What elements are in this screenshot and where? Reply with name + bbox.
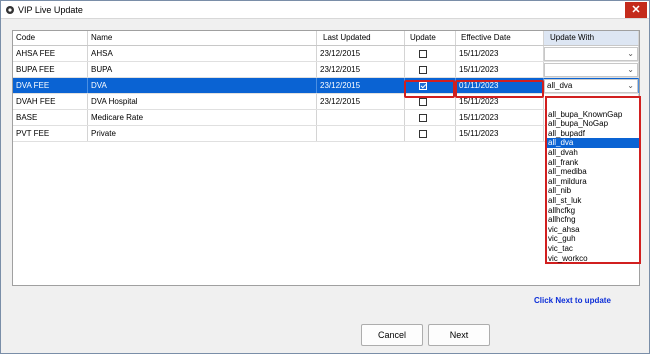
title-bar: VIP Live Update ✕ <box>1 1 649 19</box>
cell-name[interactable]: AHSA <box>88 46 317 61</box>
app-gear-icon <box>6 6 14 14</box>
cell-name[interactable]: Private <box>88 126 317 141</box>
dropdown-option[interactable]: all_bupa_NoGap <box>547 119 639 128</box>
cell-name[interactable]: DVA <box>88 78 317 93</box>
chevron-down-icon[interactable]: ⌄ <box>627 48 634 60</box>
update-checkbox[interactable] <box>419 82 427 90</box>
update-with-dropdown-list[interactable]: all_bupa_KnownGap all_bupa_NoGap all_bupad… <box>545 96 641 264</box>
cancel-button[interactable]: Cancel <box>361 324 423 346</box>
update-checkbox[interactable] <box>419 130 427 138</box>
column-header-last-updated[interactable]: Last Updated <box>317 31 405 45</box>
grid-header: Code Name Last Updated Update Effective … <box>13 31 639 46</box>
cell-last-updated[interactable]: 23/12/2015 <box>317 62 405 77</box>
cell-last-updated[interactable] <box>317 126 405 141</box>
update-cell <box>405 94 456 109</box>
cell-code[interactable]: AHSA FEE <box>13 46 88 61</box>
table-row[interactable]: DVA FEE DVA 23/12/2015 01/11/2023 all_dva ⌄ <box>13 78 639 94</box>
dropdown-option[interactable]: all_bupadf <box>547 129 639 138</box>
dropdown-option[interactable]: all_frank <box>547 158 639 167</box>
dropdown-option[interactable]: vic_ahsa <box>547 225 639 234</box>
update-cell <box>405 62 456 77</box>
dropdown-option[interactable] <box>547 100 639 109</box>
cell-name[interactable]: DVA Hospital <box>88 94 317 109</box>
update-cell <box>405 126 456 141</box>
update-with-cell: ⌄ <box>544 46 639 61</box>
cell-code[interactable]: BASE <box>13 110 88 125</box>
dropdown-option[interactable]: vic_workco <box>547 254 639 263</box>
dropdown-option[interactable]: all_dva <box>547 138 639 148</box>
update-with-combo[interactable]: ⌄ <box>544 63 638 77</box>
update-with-cell: all_dva ⌄ <box>544 78 639 93</box>
dropdown-option[interactable]: vic_guh <box>547 234 639 243</box>
column-header-update[interactable]: Update <box>405 31 456 45</box>
update-with-cell: ⌄ <box>544 62 639 77</box>
column-header-code[interactable]: Code <box>13 31 88 45</box>
update-checkbox[interactable] <box>419 114 427 122</box>
dropdown-option[interactable]: all_st_luk <box>547 196 639 205</box>
close-button[interactable]: ✕ <box>625 2 647 18</box>
chevron-down-icon[interactable]: ⌄ <box>627 80 634 92</box>
cell-effective-date[interactable]: 15/11/2023 <box>456 110 544 125</box>
dropdown-option[interactable]: all_nib <box>547 186 639 195</box>
cell-name[interactable]: Medicare Rate <box>88 110 317 125</box>
vip-live-update-window: VIP Live Update ✕ Code Name Last Updated… <box>0 0 650 354</box>
dropdown-option[interactable]: allhcfkg <box>547 206 639 215</box>
dropdown-option[interactable]: all_mildura <box>547 177 639 186</box>
table-row[interactable]: BUPA FEE BUPA 23/12/2015 15/11/2023 ⌄ <box>13 62 639 78</box>
cell-code[interactable]: BUPA FEE <box>13 62 88 77</box>
column-header-update-with[interactable]: Update With <box>544 31 639 45</box>
column-header-effective-date[interactable]: Effective Date <box>456 31 544 45</box>
update-cell <box>405 46 456 61</box>
dropdown-option[interactable]: all_bupa_KnownGap <box>547 110 639 119</box>
update-cell <box>405 110 456 125</box>
cell-code[interactable]: DVAH FEE <box>13 94 88 109</box>
cell-last-updated[interactable]: 23/12/2015 <box>317 94 405 109</box>
cell-effective-date[interactable]: 15/11/2023 <box>456 62 544 77</box>
cell-last-updated[interactable]: 23/12/2015 <box>317 46 405 61</box>
next-hint-text: Click Next to update <box>534 296 611 305</box>
update-checkbox[interactable] <box>419 66 427 74</box>
cell-effective-date[interactable]: 15/11/2023 <box>456 46 544 61</box>
next-button[interactable]: Next <box>428 324 490 346</box>
column-header-name[interactable]: Name <box>88 31 317 45</box>
update-cell <box>405 78 456 93</box>
update-with-value: all_dva <box>547 81 573 90</box>
cell-effective-date[interactable]: 15/11/2023 <box>456 126 544 141</box>
update-with-combo[interactable]: ⌄ <box>544 47 638 61</box>
chevron-down-icon[interactable]: ⌄ <box>627 64 634 76</box>
cell-last-updated[interactable]: 23/12/2015 <box>317 78 405 93</box>
cell-effective-date[interactable]: 01/11/2023 <box>456 78 544 93</box>
window-title: VIP Live Update <box>18 5 83 15</box>
update-with-combo[interactable]: all_dva ⌄ <box>544 79 638 93</box>
update-checkbox[interactable] <box>419 98 427 106</box>
update-checkbox[interactable] <box>419 50 427 58</box>
dropdown-option[interactable]: vic_tac <box>547 244 639 253</box>
cell-effective-date[interactable]: 15/11/2023 <box>456 94 544 109</box>
cell-code[interactable]: DVA FEE <box>13 78 88 93</box>
cell-code[interactable]: PVT FEE <box>13 126 88 141</box>
dropdown-option[interactable]: all_dvah <box>547 148 639 157</box>
dropdown-option[interactable]: all_mediba <box>547 167 639 176</box>
cell-name[interactable]: BUPA <box>88 62 317 77</box>
dropdown-option[interactable]: allhcfng <box>547 215 639 224</box>
table-row[interactable]: AHSA FEE AHSA 23/12/2015 15/11/2023 ⌄ <box>13 46 639 62</box>
cell-last-updated[interactable] <box>317 110 405 125</box>
